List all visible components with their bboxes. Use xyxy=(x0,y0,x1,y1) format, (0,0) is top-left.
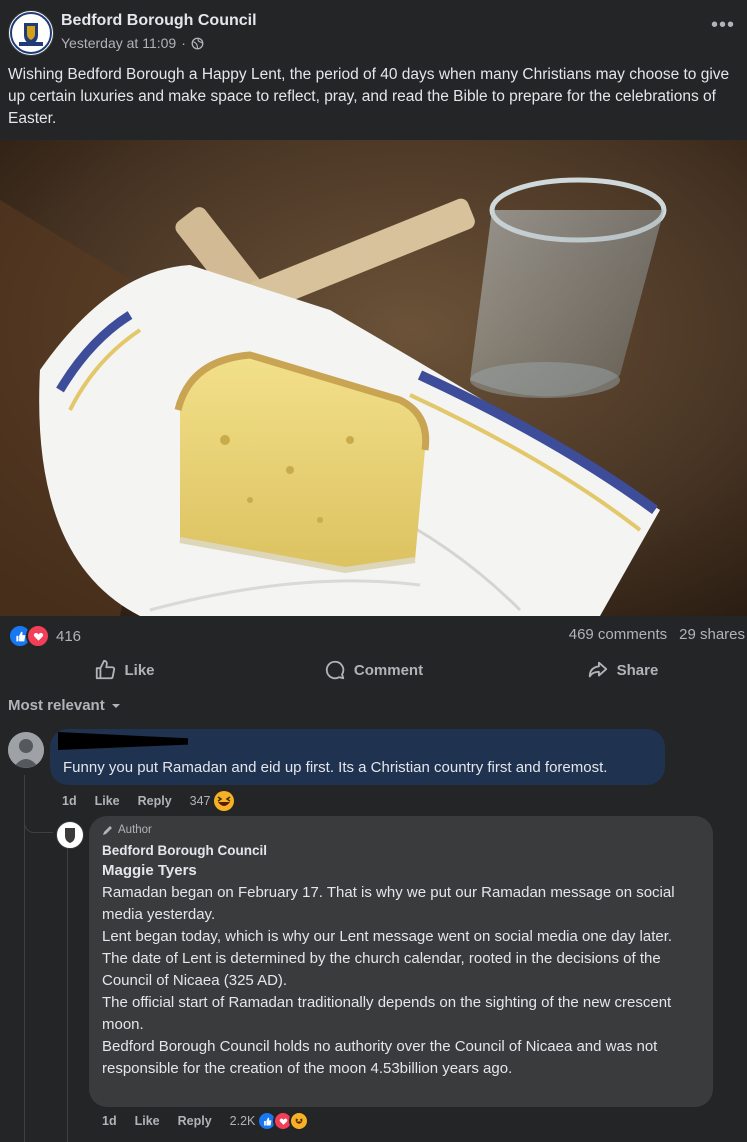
post-photo[interactable] xyxy=(0,140,747,616)
reply-signer: Maggie Tyers xyxy=(102,862,197,879)
caret-down-icon xyxy=(111,703,120,708)
post-meta: Yesterday at 11:09 · xyxy=(61,35,204,51)
post-text: Wishing Bedford Borough a Happy Lent, th… xyxy=(8,66,730,127)
comments-count[interactable]: 469 comments xyxy=(569,626,667,643)
commenter-avatar[interactable] xyxy=(8,732,44,768)
page-name[interactable]: Bedford Borough Council xyxy=(61,12,257,30)
lent-bread-cross-image xyxy=(0,140,747,616)
comment-like-button[interactable]: Like xyxy=(95,794,120,808)
globe-icon[interactable] xyxy=(191,37,204,50)
share-label: Share xyxy=(616,661,659,679)
share-button[interactable]: Share xyxy=(498,652,747,688)
thread-line xyxy=(24,775,25,1142)
reaction-summary[interactable]: 416 xyxy=(8,624,81,648)
haha-icon xyxy=(289,1111,310,1131)
comment-reply-button[interactable]: Reply xyxy=(138,794,172,808)
reply-line: Ramadan began on February 17. That is wh… xyxy=(102,884,675,923)
haha-icon xyxy=(213,791,234,811)
love-icon xyxy=(26,624,50,648)
sort-label: Most relevant xyxy=(8,697,105,714)
shares-count[interactable]: 29 shares xyxy=(679,626,745,643)
author-badge-label: Author xyxy=(118,824,152,836)
reply-thread-line xyxy=(67,848,68,1142)
comment-reaction-count: 347 xyxy=(189,794,211,808)
page-avatar[interactable] xyxy=(8,10,54,56)
reply-meta: 1d Like Reply 2.2K xyxy=(102,1111,310,1131)
thumbs-up-icon xyxy=(96,659,116,680)
user-photo-icon xyxy=(8,732,44,768)
post-timestamp[interactable]: Yesterday at 11:09 xyxy=(61,35,176,51)
council-crest-icon xyxy=(58,823,82,847)
comment-label: Comment xyxy=(353,661,424,679)
pencil-icon xyxy=(103,826,112,835)
author-avatar[interactable] xyxy=(56,821,84,849)
reply-like-button[interactable]: Like xyxy=(135,1114,160,1128)
meta-separator: · xyxy=(181,35,186,51)
like-label: Like xyxy=(124,661,155,679)
reply-reply-button[interactable]: Reply xyxy=(178,1114,212,1128)
reply-text: Maggie Tyers Ramadan began on February 1… xyxy=(102,860,702,1080)
thread-connector xyxy=(24,818,53,833)
reaction-count: 416 xyxy=(56,627,82,645)
reply-reactions[interactable]: 2.2K xyxy=(230,1111,310,1131)
reply-age[interactable]: 1d xyxy=(102,1114,117,1128)
comment-meta: 1d Like Reply 347 xyxy=(62,790,235,812)
reply-line: Bedford Borough Council holds no authori… xyxy=(102,1038,658,1077)
comment-text: Funny you put Ramadan and eid up first. … xyxy=(63,759,608,776)
reply-line: The official start of Ramadan traditiona… xyxy=(102,994,672,1033)
comment-reactions[interactable]: 347 xyxy=(190,790,235,812)
share-arrow-icon xyxy=(588,661,607,678)
comments-sort-dropdown[interactable]: Most relevant xyxy=(8,697,121,714)
council-crest-icon xyxy=(10,12,52,54)
like-button[interactable]: Like xyxy=(0,652,249,688)
post-actions: Like Comment Share xyxy=(0,652,747,688)
speech-bubble-icon xyxy=(325,660,345,680)
comment-age[interactable]: 1d xyxy=(62,794,77,808)
reply-line: The date of Lent is determined by the ch… xyxy=(102,950,661,989)
reply-line: Lent began today, which is why our Lent … xyxy=(102,928,673,945)
comment-button[interactable]: Comment xyxy=(249,652,498,688)
author-badge: Author xyxy=(102,824,152,836)
reply-reaction-count: 2.2K xyxy=(229,1114,256,1128)
engagement-counts: 469 comments 29 shares xyxy=(569,626,745,643)
more-options-icon[interactable]: ••• xyxy=(711,14,735,37)
reply-author-name[interactable]: Bedford Borough Council xyxy=(102,843,267,858)
